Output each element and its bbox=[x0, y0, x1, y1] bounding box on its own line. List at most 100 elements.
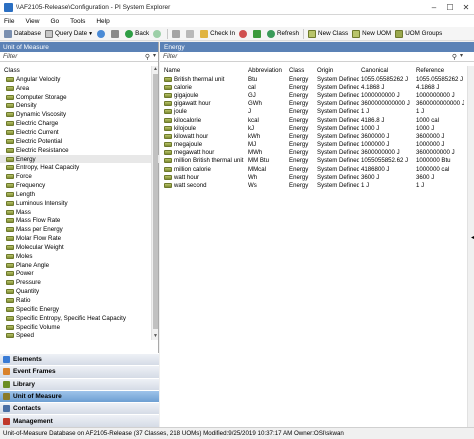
column-header-abbreviation[interactable]: Abbreviation bbox=[246, 67, 287, 74]
right-scrollbar[interactable] bbox=[467, 66, 474, 427]
checkmark-button[interactable] bbox=[251, 28, 265, 40]
class-item[interactable]: Power bbox=[0, 270, 159, 279]
class-item[interactable]: Force bbox=[0, 172, 159, 181]
nav-unit-of-measure[interactable]: Unit of Measure bbox=[0, 389, 159, 403]
cell-reference: 1000000 Btu bbox=[416, 157, 451, 165]
menu-help[interactable]: Help bbox=[96, 18, 109, 25]
column-header-origin[interactable]: Origin bbox=[315, 67, 359, 74]
table-row[interactable]: calorie cal Energy System Defined 4.1868 J 4.… bbox=[160, 83, 467, 91]
class-item[interactable]: Electric Resistance bbox=[0, 146, 159, 155]
left-scrollbar[interactable]: ▲ ▼ bbox=[151, 66, 158, 340]
nav-management[interactable]: Management bbox=[0, 414, 159, 427]
undo-check-out-button[interactable] bbox=[184, 28, 198, 40]
class-item[interactable]: Speed bbox=[0, 331, 159, 340]
table-row[interactable]: kilojoule kJ Energy System Defined 1000 J 100… bbox=[160, 124, 467, 132]
clock-button[interactable] bbox=[95, 28, 109, 40]
column-header-reference[interactable]: Reference bbox=[414, 67, 464, 74]
class-item[interactable]: Frequency bbox=[0, 181, 159, 190]
check-in-button[interactable]: Check In bbox=[198, 28, 237, 40]
nav-contacts[interactable]: Contacts bbox=[0, 402, 159, 415]
filter-button[interactable] bbox=[109, 28, 123, 40]
class-item[interactable]: Angular Velocity bbox=[0, 75, 159, 84]
scroll-down-icon[interactable]: ▼ bbox=[152, 333, 159, 340]
table-row[interactable]: British thermal unit Btu Energy System Defi… bbox=[160, 75, 467, 83]
class-item[interactable]: Computer Storage bbox=[0, 93, 159, 102]
database-button[interactable]: Database bbox=[2, 28, 43, 40]
uom-groups-button[interactable]: UOM Groups bbox=[393, 28, 444, 40]
class-item[interactable]: Ratio bbox=[0, 296, 159, 305]
uom-grid: Name Abbreviation Class Origin Canonical… bbox=[160, 66, 467, 190]
maximize-icon[interactable]: ☐ bbox=[442, 0, 458, 15]
nav-event-frames[interactable]: Event Frames bbox=[0, 365, 159, 378]
class-item[interactable]: Pressure bbox=[0, 278, 159, 287]
class-item[interactable]: Dynamic Viscosity bbox=[0, 110, 159, 119]
class-column-header[interactable]: Class bbox=[0, 66, 159, 75]
class-item[interactable]: Energy bbox=[0, 154, 159, 164]
column-header-name[interactable]: Name bbox=[160, 67, 246, 74]
close-icon[interactable]: ✕ bbox=[458, 0, 474, 15]
cell-class: Energy bbox=[289, 100, 309, 108]
query-date-button[interactable]: Query Date ▼ bbox=[43, 28, 95, 40]
class-item[interactable]: Density bbox=[0, 102, 159, 111]
menu-view[interactable]: View bbox=[25, 18, 39, 25]
cell-canonical: 4.1868 J bbox=[361, 83, 385, 91]
class-item[interactable]: Entropy, Heat Capacity bbox=[0, 163, 159, 172]
class-item[interactable]: Mass per Energy bbox=[0, 225, 159, 234]
class-item[interactable]: Specific Energy bbox=[0, 305, 159, 314]
table-row[interactable]: million calorie MMcal Energy System Defined… bbox=[160, 165, 467, 173]
undo-arrow-icon bbox=[238, 29, 247, 38]
class-item[interactable]: Electric Charge bbox=[0, 119, 159, 128]
table-row[interactable]: joule J Energy System Defined 1 J1 J bbox=[160, 108, 467, 116]
class-item[interactable]: Electric Potential bbox=[0, 137, 159, 146]
minimize-icon[interactable]: – bbox=[426, 0, 442, 15]
table-row[interactable]: watt hour Wh Energy System Defined 3600 J 360… bbox=[160, 173, 467, 181]
left-filter-input[interactable]: Filter ⚲ ▾ bbox=[0, 52, 158, 62]
table-row[interactable]: kilowatt hour kWh Energy System Defined 3600… bbox=[160, 132, 467, 140]
class-item[interactable]: Electric Current bbox=[0, 128, 159, 137]
nav-library[interactable]: Library bbox=[0, 377, 159, 390]
class-item[interactable]: Specific Entropy, Specific Heat Capacity bbox=[0, 314, 159, 323]
class-item[interactable]: Molecular Weight bbox=[0, 243, 159, 252]
chevron-down-icon[interactable]: ▾ bbox=[153, 52, 156, 59]
table-row[interactable]: megawatt hour MWh Energy System Defined 3600… bbox=[160, 149, 467, 157]
menu-tools[interactable]: Tools bbox=[70, 18, 85, 25]
cell-text: joule bbox=[174, 108, 187, 116]
class-item[interactable]: Mass bbox=[0, 208, 159, 217]
new-class-button[interactable]: New Class bbox=[306, 28, 350, 40]
class-item[interactable]: Quantity bbox=[0, 287, 159, 296]
class-item[interactable]: Area bbox=[0, 84, 159, 93]
nav-elements[interactable]: Elements bbox=[0, 353, 159, 366]
forward-button[interactable] bbox=[151, 28, 165, 40]
cell-canonical: 1 J bbox=[361, 108, 370, 116]
title-bar: \\AF2105-Release\Configuration - PI Syst… bbox=[0, 0, 474, 15]
table-row[interactable]: million British thermal unit MM Btu Energy… bbox=[160, 157, 467, 165]
class-item[interactable]: Specific Volume bbox=[0, 323, 159, 332]
right-filter-input[interactable]: Filter ⚲ ▾ bbox=[160, 52, 474, 62]
chevron-down-icon[interactable]: ▾ bbox=[460, 52, 463, 59]
check-out-button[interactable] bbox=[170, 28, 184, 40]
refresh-button[interactable]: Refresh bbox=[265, 28, 301, 40]
menu-go[interactable]: Go bbox=[50, 18, 59, 25]
table-row[interactable]: gigajoule GJ Energy System Defined 100000000… bbox=[160, 91, 467, 99]
class-item[interactable]: Length bbox=[0, 190, 159, 199]
table-row[interactable]: watt second Ws Energy System Defined 1 J1 J bbox=[160, 181, 467, 189]
column-header-canonical[interactable]: Canonical bbox=[359, 67, 414, 74]
menu-file[interactable]: File bbox=[4, 18, 14, 25]
class-item[interactable]: Moles bbox=[0, 252, 159, 261]
back-button[interactable]: Back bbox=[123, 28, 151, 40]
class-item[interactable]: Molar Flow Rate bbox=[0, 234, 159, 243]
class-item[interactable]: Mass Flow Rate bbox=[0, 217, 159, 226]
table-row[interactable]: gigawatt hour GWh Energy System Defined 3600… bbox=[160, 100, 467, 108]
undo-button[interactable] bbox=[237, 28, 251, 40]
scroll-up-icon[interactable]: ▲ bbox=[152, 66, 159, 73]
scroll-thumb[interactable] bbox=[153, 74, 158, 329]
table-row[interactable]: kilocalorie kcal Energy System Defined 4186.… bbox=[160, 116, 467, 124]
search-icon[interactable]: ⚲ bbox=[452, 53, 457, 61]
search-icon[interactable]: ⚲ bbox=[145, 53, 150, 61]
column-header-class[interactable]: Class bbox=[287, 67, 315, 74]
class-item[interactable]: Plane Angle bbox=[0, 261, 159, 270]
table-row[interactable]: megajoule MJ Energy System Defined 1000000 J… bbox=[160, 141, 467, 149]
class-item-label: Specific Volume bbox=[16, 323, 61, 331]
class-item[interactable]: Luminous Intensity bbox=[0, 199, 159, 208]
new-uom-button[interactable]: New UOM bbox=[350, 28, 393, 40]
